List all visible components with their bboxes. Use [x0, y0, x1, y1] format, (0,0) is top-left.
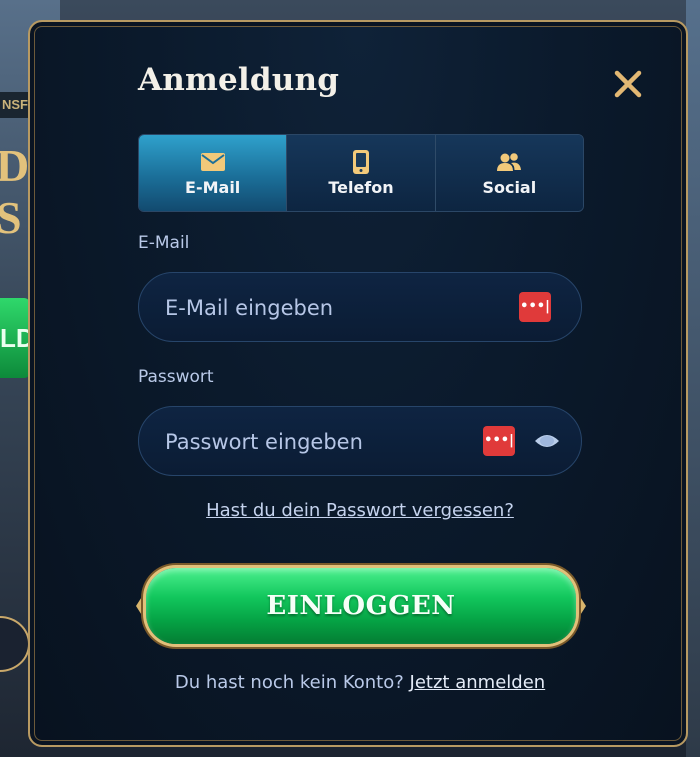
envelope-icon: [199, 150, 227, 174]
password-input[interactable]: [163, 407, 487, 477]
email-label: E-Mail: [138, 233, 190, 253]
email-input[interactable]: [163, 273, 487, 343]
background-button[interactable]: LD: [0, 298, 35, 378]
login-dialog: Anmeldung E-Mail Telefon Social E-Mail E…: [28, 20, 688, 747]
close-icon: [614, 70, 642, 98]
phone-icon: [347, 149, 375, 174]
tab-phone[interactable]: Telefon: [286, 135, 435, 211]
password-manager-icon[interactable]: •••|: [519, 292, 551, 322]
tab-label: Telefon: [328, 177, 394, 197]
dialog-title: Anmeldung: [138, 62, 340, 98]
tab-label: E-Mail: [185, 177, 241, 197]
tab-email[interactable]: E-Mail: [139, 135, 287, 211]
login-button[interactable]: EINLOGGEN: [146, 568, 576, 644]
password-field-wrapper: •••|: [138, 406, 582, 477]
login-method-tabs: E-Mail Telefon Social: [138, 134, 584, 212]
users-icon: [495, 150, 523, 174]
tab-social[interactable]: Social: [434, 135, 583, 211]
email-field-wrapper: •••|: [138, 272, 582, 343]
eye-icon[interactable]: [534, 431, 560, 451]
forgot-password-link[interactable]: Hast du dein Passwort vergessen?: [138, 500, 582, 521]
signup-prompt: Du hast noch kein Konto?: [174, 672, 404, 693]
password-label: Passwort: [138, 367, 214, 387]
login-button-frame: EINLOGGEN: [136, 562, 586, 652]
password-manager-icon[interactable]: •••|: [483, 426, 515, 456]
tab-label: Social: [482, 177, 537, 197]
background-scene-right: [686, 0, 700, 757]
close-button[interactable]: [612, 68, 644, 100]
signup-row: Du hast noch kein Konto? Jetzt anmelden: [138, 672, 582, 693]
signup-link[interactable]: Jetzt anmelden: [410, 672, 546, 693]
